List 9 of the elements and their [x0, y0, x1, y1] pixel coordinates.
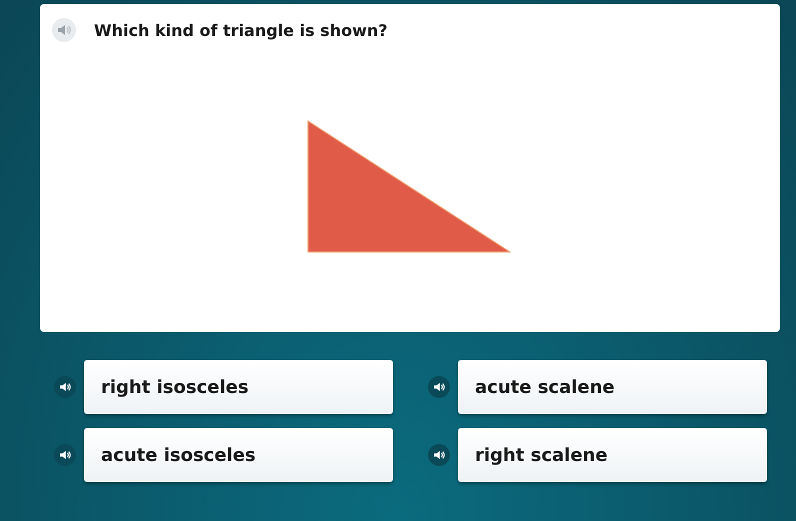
speaker-icon[interactable] — [54, 376, 76, 398]
answer-button[interactable]: acute scalene — [458, 360, 767, 414]
speaker-icon[interactable] — [428, 444, 450, 466]
speaker-icon[interactable] — [54, 444, 76, 466]
question-text: Which kind of triangle is shown? — [94, 20, 388, 40]
speaker-icon[interactable] — [428, 376, 450, 398]
answer-button[interactable]: right isosceles — [84, 360, 393, 414]
answer-button[interactable]: right scalene — [458, 428, 767, 482]
answer-button[interactable]: acute isosceles — [84, 428, 393, 482]
